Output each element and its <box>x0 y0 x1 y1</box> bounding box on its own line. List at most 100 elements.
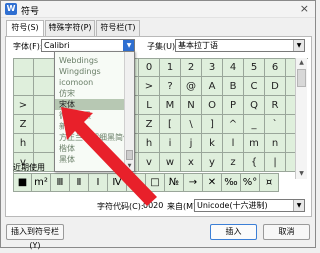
symbol-cell[interactable]: i <box>160 134 181 153</box>
symbol-cell[interactable]: m <box>244 134 265 153</box>
symbol-cell[interactable]: D <box>265 77 286 96</box>
recent-symbol-cell[interactable]: → <box>184 173 203 192</box>
symbol-cell[interactable] <box>13 77 34 96</box>
recent-symbol-cell[interactable]: ¤ <box>260 173 279 192</box>
font-dropdown-scrollbar[interactable]: ▼ <box>124 52 134 171</box>
symbol-cell[interactable]: k <box>202 134 223 153</box>
font-option[interactable]: 黑体 <box>55 154 124 165</box>
chevron-down-icon[interactable]: ▼ <box>293 200 304 211</box>
symbol-cell[interactable]: j <box>181 134 202 153</box>
symbol-cell[interactable]: ` <box>265 115 286 134</box>
symbol-cell[interactable]: 2 <box>181 58 202 77</box>
recent-symbol-cell[interactable]: ‰ <box>222 173 241 192</box>
dialog-title: 符号 <box>21 7 40 17</box>
font-option[interactable]: Webdings <box>55 55 124 66</box>
symbol-cell[interactable]: ] <box>202 115 223 134</box>
recent-symbol-cell[interactable]: Ⅱ <box>70 173 89 192</box>
symbol-cell[interactable]: N <box>181 96 202 115</box>
symbol-cell[interactable]: | <box>265 153 286 172</box>
tab-special-chars[interactable]: 特殊字符(P) <box>45 20 95 36</box>
symbol-cell[interactable]: 1 <box>160 58 181 77</box>
chevron-down-icon[interactable]: ▼ <box>293 40 304 51</box>
from-select[interactable]: Unicode(十六进制) ▼ <box>194 199 305 212</box>
app-icon: W <box>5 3 17 15</box>
symbol-cell[interactable]: 4 <box>223 58 244 77</box>
symbol-cell[interactable] <box>13 58 34 77</box>
symbol-cell[interactable]: B <box>223 77 244 96</box>
close-icon[interactable]: × <box>300 2 309 15</box>
recent-symbol-cell[interactable]: □ <box>146 173 165 192</box>
symbol-grid-scrollbar[interactable]: ▲ ▼ <box>295 58 307 179</box>
scroll-up-icon[interactable]: ▲ <box>296 58 307 68</box>
symbol-cell[interactable]: n <box>265 134 286 153</box>
symbol-cell[interactable]: z <box>223 153 244 172</box>
symbol-cell[interactable]: > <box>13 96 34 115</box>
symbol-cell[interactable]: P <box>223 96 244 115</box>
symbol-cell[interactable]: Z <box>139 115 160 134</box>
symbol-cell[interactable]: L <box>139 96 160 115</box>
font-option[interactable]: icomoon <box>55 77 124 88</box>
recent-symbol-cell[interactable]: Ⅰ <box>89 173 108 192</box>
symbol-cell[interactable] <box>34 58 55 77</box>
recent-symbol-cell[interactable]: № <box>165 173 184 192</box>
tab-symbols[interactable]: 符号(S) <box>6 20 44 37</box>
font-option[interactable]: 宋体 <box>55 99 124 110</box>
recent-symbol-cell[interactable]: %° <box>241 173 260 192</box>
symbol-cell[interactable] <box>34 115 55 134</box>
recent-symbol-cell[interactable]: Ⅲ <box>51 173 70 192</box>
tab-symbol-bar[interactable]: 符号栏(T) <box>96 20 140 36</box>
symbol-cell[interactable]: > <box>139 77 160 96</box>
scroll-down-icon[interactable]: ▼ <box>125 162 134 171</box>
chevron-down-icon[interactable]: ▼ <box>123 40 134 51</box>
scroll-down-icon[interactable]: ▼ <box>296 169 307 179</box>
symbol-cell[interactable]: 0 <box>139 58 160 77</box>
symbol-cell[interactable]: @ <box>181 77 202 96</box>
symbol-cell[interactable]: \ <box>181 115 202 134</box>
font-option[interactable]: 新宋体 <box>55 121 124 132</box>
scroll-thumb[interactable] <box>297 69 306 87</box>
symbol-cell[interactable]: l <box>223 134 244 153</box>
symbol-cell[interactable]: h <box>13 134 34 153</box>
symbol-cell[interactable]: Z <box>13 115 34 134</box>
recent-symbol-cell[interactable]: ℡ <box>127 173 146 192</box>
recent-symbol-cell[interactable]: m² <box>32 173 51 192</box>
symbol-cell[interactable]: y <box>202 153 223 172</box>
title-bar: W 符号 × <box>1 1 315 18</box>
symbol-cell[interactable]: 6 <box>265 58 286 77</box>
symbol-cell[interactable]: x <box>181 153 202 172</box>
symbol-cell[interactable]: O <box>202 96 223 115</box>
symbol-cell[interactable]: ? <box>160 77 181 96</box>
scroll-thumb[interactable] <box>126 150 133 160</box>
symbol-cell[interactable]: { <box>244 153 265 172</box>
symbol-cell[interactable]: 5 <box>244 58 265 77</box>
font-option[interactable]: 微软雅黑 <box>55 110 124 121</box>
insert-to-bar-button[interactable]: 插入到符号栏(Y) <box>6 224 64 250</box>
font-option[interactable]: 仿宋 <box>55 88 124 99</box>
symbol-cell[interactable]: _ <box>244 115 265 134</box>
symbol-cell[interactable]: A <box>202 77 223 96</box>
font-dropdown-list[interactable]: ▼ Webdings Wingdings icomoon 仿宋 宋体 微软雅黑 新宋体 方正兰… <box>54 51 135 172</box>
symbol-cell[interactable]: v <box>139 153 160 172</box>
symbol-cell[interactable]: w <box>160 153 181 172</box>
cancel-button[interactable]: 取消 <box>263 224 310 240</box>
symbol-cell[interactable]: 3 <box>202 58 223 77</box>
symbol-cell[interactable]: Q <box>244 96 265 115</box>
font-option[interactable]: 方正兰亭超细黑简体 <box>55 132 124 143</box>
symbol-cell[interactable]: [ <box>160 115 181 134</box>
recent-symbol-cell[interactable]: ✕ <box>203 173 222 192</box>
insert-button[interactable]: 插入 <box>210 224 257 240</box>
char-code-value[interactable]: 0020 <box>143 201 163 210</box>
recent-symbol-cell[interactable]: Ⅳ <box>108 173 127 192</box>
font-option[interactable]: 楷体 <box>55 143 124 154</box>
symbol-cell[interactable] <box>34 77 55 96</box>
font-option[interactable]: Wingdings <box>55 66 124 77</box>
recent-symbol-cell[interactable]: ■ <box>13 173 32 192</box>
symbol-cell[interactable] <box>34 134 55 153</box>
symbol-cell[interactable]: M <box>160 96 181 115</box>
symbol-cell[interactable]: R <box>265 96 286 115</box>
symbol-cell[interactable] <box>34 96 55 115</box>
symbol-cell[interactable]: C <box>244 77 265 96</box>
symbol-cell[interactable]: h <box>139 134 160 153</box>
symbol-cell[interactable]: ^ <box>223 115 244 134</box>
subset-select[interactable]: 基本拉丁语 ▼ <box>175 39 305 52</box>
